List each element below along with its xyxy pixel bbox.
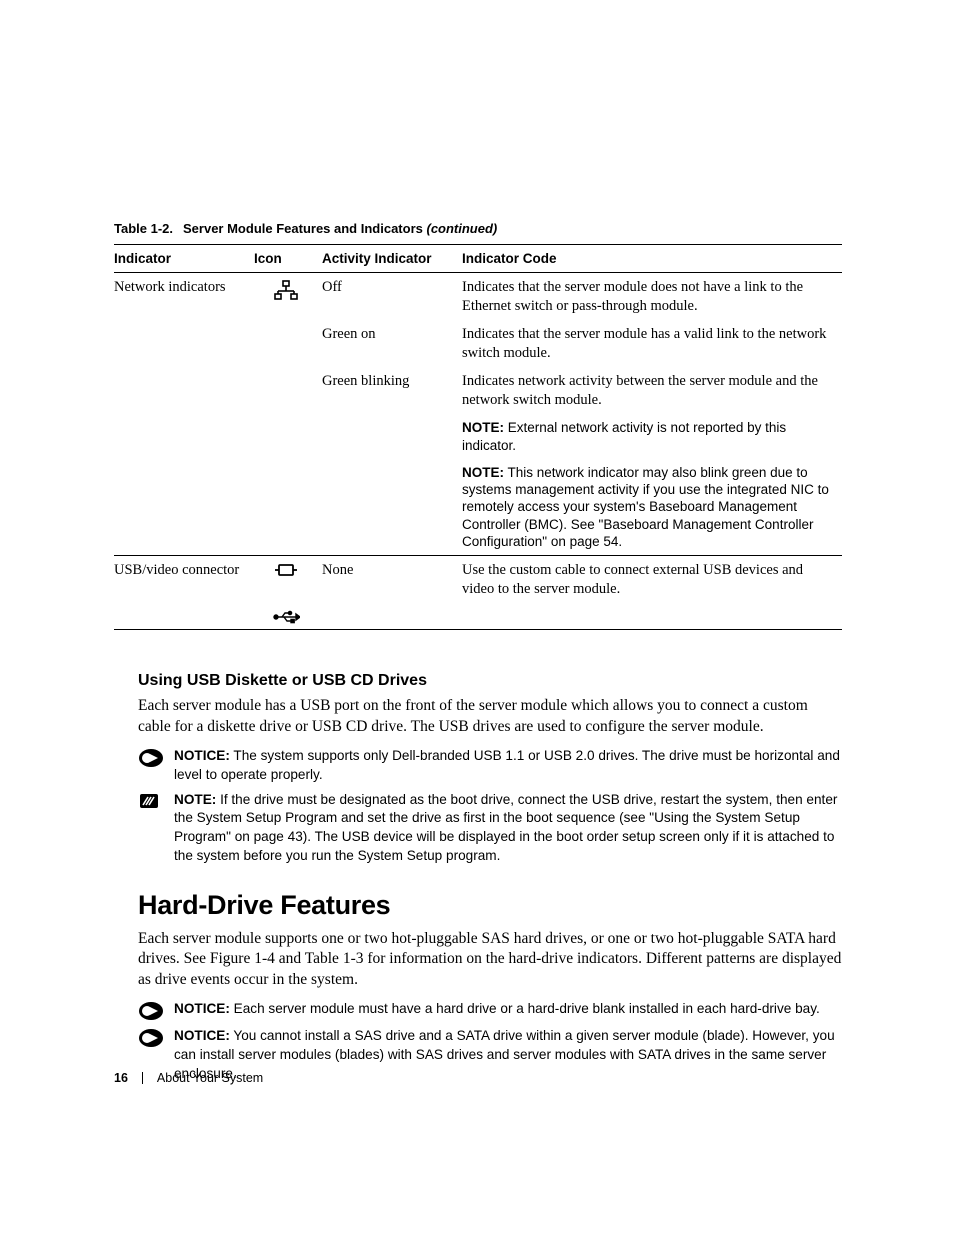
body-paragraph: Each server module supports one or two h…	[138, 929, 842, 990]
notice-label: NOTICE:	[174, 748, 230, 763]
note-text-block: NOTE: If the drive must be designated as…	[174, 791, 842, 866]
cell-note: NOTE: This network indicator may also bl…	[462, 459, 842, 556]
notice-text-block: NOTICE: Each server module must have a h…	[174, 1000, 820, 1019]
note-text: This network indicator may also blink gr…	[462, 465, 829, 549]
body-paragraph: Each server module has a USB port on the…	[138, 696, 842, 737]
table-caption-number: Table 1-2.	[114, 221, 173, 236]
note-text: External network activity is not reporte…	[462, 420, 786, 452]
th-activity: Activity Indicator	[322, 245, 462, 273]
note-label: NOTE:	[462, 465, 504, 480]
table-row: Network indicators Of	[114, 273, 842, 321]
cell-indicator: USB/video connector	[114, 556, 254, 604]
th-icon: Icon	[254, 245, 322, 273]
th-code: Indicator Code	[462, 245, 842, 273]
cell-icon	[254, 556, 322, 604]
th-indicator: Indicator	[114, 245, 254, 273]
notice-icon	[138, 748, 164, 768]
usb-icon	[254, 610, 318, 624]
cell-icon	[254, 603, 322, 630]
cell-activity: Green blinking	[322, 367, 462, 414]
cell-code: Indicates that the server module has a v…	[462, 320, 842, 367]
notice-label: NOTICE:	[174, 1001, 230, 1016]
cell-code: Indicates that the server module does no…	[462, 273, 842, 321]
cell-note: NOTE: External network activity is not r…	[462, 414, 842, 459]
notice-label: NOTICE:	[174, 1028, 230, 1043]
notice-callout: NOTICE: The system supports only Dell-br…	[138, 747, 842, 785]
footer-divider	[142, 1072, 143, 1084]
cell-activity: Green on	[322, 320, 462, 367]
cell-activity: None	[322, 556, 462, 604]
document-page: Table 1-2. Server Module Features and Ind…	[0, 0, 954, 1235]
table-caption-title: Server Module Features and Indicators	[183, 221, 426, 236]
notice-text: Each server module must have a hard driv…	[230, 1001, 820, 1016]
subsection-heading-usb: Using USB Diskette or USB CD Drives	[138, 672, 842, 690]
notice-text-block: NOTICE: The system supports only Dell-br…	[174, 747, 842, 785]
cell-activity: Off	[322, 273, 462, 321]
indicator-table: Indicator Icon Activity Indicator Indica…	[114, 244, 842, 630]
footer-section-title: About Your System	[157, 1071, 263, 1085]
page-number: 16	[114, 1071, 128, 1085]
page-footer: 16 About Your System	[114, 1071, 263, 1085]
notice-text-block: NOTICE: You cannot install a SAS drive a…	[174, 1027, 842, 1083]
network-icon	[254, 280, 318, 300]
note-label: NOTE:	[462, 420, 504, 435]
note-text: If the drive must be designated as the b…	[174, 792, 837, 863]
note-label: NOTE:	[174, 792, 216, 807]
notice-text: The system supports only Dell-branded US…	[174, 748, 840, 782]
table-row	[114, 603, 842, 630]
table-caption-continued: (continued)	[426, 221, 497, 236]
table-header-row: Indicator Icon Activity Indicator Indica…	[114, 245, 842, 273]
table-caption: Table 1-2. Server Module Features and Ind…	[114, 221, 842, 236]
section-heading-hdd: Hard-Drive Features	[138, 890, 842, 921]
cell-code: Indicates network activity between the s…	[462, 367, 842, 414]
table-row: NOTE: External network activity is not r…	[114, 414, 842, 459]
notice-callout: NOTICE: Each server module must have a h…	[138, 1000, 842, 1021]
note-callout: NOTE: If the drive must be designated as…	[138, 791, 842, 866]
io-port-icon	[254, 563, 318, 577]
notice-icon	[138, 1001, 164, 1021]
note-icon	[138, 792, 164, 812]
cell-icon	[254, 273, 322, 321]
table-row: Green on Indicates that the server modul…	[114, 320, 842, 367]
cell-code: Use the custom cable to connect external…	[462, 556, 842, 604]
notice-text: You cannot install a SAS drive and a SAT…	[174, 1028, 835, 1081]
table-row: NOTE: This network indicator may also bl…	[114, 459, 842, 556]
table-row: Green blinking Indicates network activit…	[114, 367, 842, 414]
cell-indicator: Network indicators	[114, 273, 254, 321]
notice-icon	[138, 1028, 164, 1048]
table-row: USB/video connector None Use the custom …	[114, 556, 842, 604]
